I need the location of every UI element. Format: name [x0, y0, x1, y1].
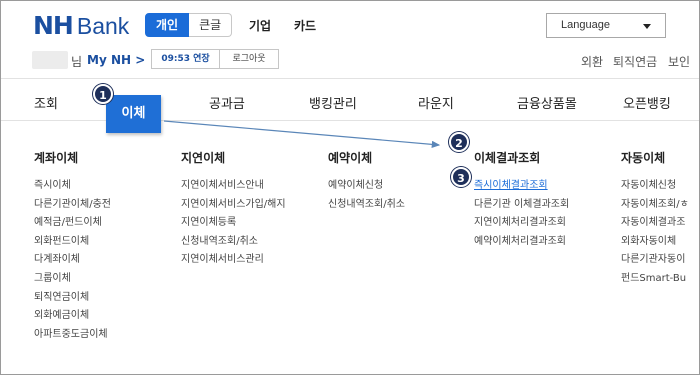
menu-item[interactable]: 다른기관자동이: [621, 251, 689, 270]
menu-col-title: 자동이체: [621, 151, 666, 165]
language-label: Language: [561, 19, 610, 31]
menu-item[interactable]: 예적금/펀드이체: [34, 214, 111, 233]
browser-frame: NH Bank 개인 큰글 기업 카드 Language 님 My NH > 0…: [0, 0, 700, 375]
personal-tab[interactable]: 개인: [145, 13, 190, 37]
menu-item[interactable]: 다른기관 이체결과조회: [474, 196, 569, 215]
menu-item[interactable]: 자동이체조회/ㅎ: [621, 196, 689, 215]
menu-col-auto-transfer: 자동이체 자동이체신청 자동이체조회/ㅎ 자동이체결과조 외화자동이체 다른기관…: [621, 149, 689, 289]
menu-item[interactable]: 예약이체처리결과조회: [474, 233, 569, 252]
menu-item[interactable]: 외화펀드이체: [34, 233, 111, 252]
menu-item[interactable]: 즉시이체: [34, 177, 111, 196]
nav-inquiry[interactable]: 조회: [34, 93, 58, 112]
card-link[interactable]: 카드: [294, 17, 316, 34]
callout-1: 1: [93, 84, 113, 104]
large-font-tab[interactable]: 큰글: [189, 13, 233, 37]
session-box: 09:53 연장 로그아웃: [151, 49, 279, 69]
menu-col-account-transfer: 계좌이체 즉시이체 다른기관이체/충전 예적금/펀드이체 외화펀드이체 다계좌이…: [34, 149, 111, 344]
menu-item[interactable]: 다른기관이체/충전: [34, 196, 111, 215]
nav-lounge[interactable]: 라운지: [418, 93, 454, 112]
menu-list: 즉시이체결과조회 다른기관 이체결과조회 지연이체처리결과조회 예약이체처리결과…: [474, 177, 569, 251]
logo-nh-text: NH: [33, 11, 74, 40]
menu-item[interactable]: 외화예금이체: [34, 307, 111, 326]
menu-list: 자동이체신청 자동이체조회/ㅎ 자동이체결과조 외화자동이체 다른기관자동이 펀…: [621, 177, 689, 289]
nav-banking-management[interactable]: 뱅킹관리: [309, 93, 357, 112]
menu-item[interactable]: 다계좌이체: [34, 251, 111, 270]
menu-item[interactable]: 아파트중도금이체: [34, 326, 111, 345]
menu-item[interactable]: 신청내역조회/취소: [328, 196, 405, 215]
menu-item[interactable]: 지연이체서비스안내: [181, 177, 286, 196]
chevron-down-icon: [643, 24, 651, 29]
logo-bank-text: Bank: [76, 13, 130, 39]
nav-financial-products[interactable]: 금융상품몰: [517, 93, 577, 112]
header-divider: [1, 78, 699, 79]
menu-item[interactable]: 신청내역조회/취소: [181, 233, 286, 252]
menu-col-scheduled-transfer: 예약이체 예약이체신청 신청내역조회/취소: [328, 149, 405, 214]
menu-item[interactable]: 펀드Smart-Bu: [621, 270, 689, 289]
menu-item[interactable]: 지연이체서비스관리: [181, 251, 286, 270]
pension-link[interactable]: 퇴직연금: [613, 53, 657, 70]
menu-item[interactable]: 자동이체신청: [621, 177, 689, 196]
forex-link[interactable]: 외환: [581, 53, 603, 70]
menu-item[interactable]: 자동이체결과조: [621, 214, 689, 233]
menu-col-title: 이체결과조회: [474, 151, 541, 165]
nh-bank-logo[interactable]: NH Bank: [33, 11, 130, 40]
logout-button[interactable]: 로그아웃: [220, 50, 278, 68]
my-nh-link[interactable]: My NH >: [87, 53, 145, 67]
menu-col-title: 지연이체: [181, 151, 226, 165]
menu-item[interactable]: 외화자동이체: [621, 233, 689, 252]
menu-list: 즉시이체 다른기관이체/충전 예적금/펀드이체 외화펀드이체 다계좌이체 그룹이…: [34, 177, 111, 344]
menu-col-delayed-transfer: 지연이체 지연이체서비스안내 지연이체서비스가입/해지 지연이체등록 신청내역조…: [181, 149, 286, 270]
insurance-link[interactable]: 보인: [668, 53, 690, 70]
business-link[interactable]: 기업: [249, 17, 271, 34]
menu-item[interactable]: 퇴직연금이체: [34, 289, 111, 308]
menu-item[interactable]: 예약이체신청: [328, 177, 405, 196]
menu-col-transfer-results: 이체결과조회 즉시이체결과조회 다른기관 이체결과조회 지연이체처리결과조회 예…: [474, 149, 569, 251]
menu-item[interactable]: 지연이체서비스가입/해지: [181, 196, 286, 215]
menu-item[interactable]: 지연이체등록: [181, 214, 286, 233]
nav-open-banking[interactable]: 오픈뱅킹: [623, 93, 671, 112]
customer-type-toggle: 개인 큰글: [145, 13, 233, 37]
menu-item-highlighted[interactable]: 즉시이체결과조회: [474, 177, 569, 196]
menu-col-title: 계좌이체: [34, 151, 79, 165]
nav-utility-bills[interactable]: 공과금: [209, 93, 245, 112]
callout-2: 2: [449, 132, 469, 152]
menu-item[interactable]: 지연이체처리결과조회: [474, 214, 569, 233]
menu-list: 지연이체서비스안내 지연이체서비스가입/해지 지연이체등록 신청내역조회/취소 …: [181, 177, 286, 270]
menu-list: 예약이체신청 신청내역조회/취소: [328, 177, 405, 214]
honorific-label: 님: [71, 55, 83, 69]
callout-3: 3: [451, 167, 471, 187]
language-select[interactable]: Language: [546, 13, 666, 38]
blurred-username: [32, 51, 68, 69]
nav-transfer-active[interactable]: 이체: [106, 95, 161, 133]
menu-col-title: 예약이체: [328, 151, 373, 165]
session-extend-button[interactable]: 09:53 연장: [152, 50, 220, 68]
menu-item[interactable]: 그룹이체: [34, 270, 111, 289]
